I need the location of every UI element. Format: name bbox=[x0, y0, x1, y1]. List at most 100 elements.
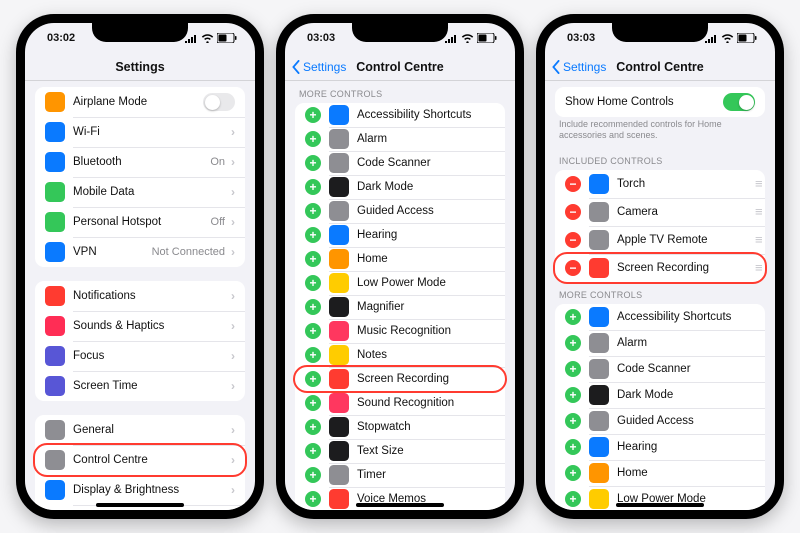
control-row[interactable]: +Screen Recording bbox=[295, 367, 505, 391]
control-row[interactable]: +Low Power Mode bbox=[295, 271, 505, 295]
alarm-icon bbox=[589, 333, 609, 353]
add-button[interactable]: + bbox=[565, 413, 581, 429]
add-button[interactable]: + bbox=[305, 371, 321, 387]
add-button[interactable]: + bbox=[565, 387, 581, 403]
control-row[interactable]: +Text Size bbox=[295, 439, 505, 463]
settings-row[interactable]: Wi-Fi› bbox=[35, 117, 245, 147]
add-button[interactable]: + bbox=[565, 491, 581, 507]
control-row[interactable]: +Accessibility Shortcuts bbox=[555, 304, 765, 330]
control-row[interactable]: +Dark Mode bbox=[555, 382, 765, 408]
add-button[interactable]: + bbox=[565, 361, 581, 377]
add-button[interactable]: + bbox=[305, 419, 321, 435]
nav-header: Settings Control Centre bbox=[285, 53, 515, 81]
remove-button[interactable]: − bbox=[565, 176, 581, 192]
included-control-row[interactable]: −Apple TV Remote≡ bbox=[555, 226, 765, 254]
add-button[interactable]: + bbox=[305, 443, 321, 459]
settings-row[interactable]: Control Centre› bbox=[35, 445, 245, 475]
control-row[interactable]: +Accessibility Shortcuts bbox=[295, 103, 505, 127]
settings-row[interactable]: Display & Brightness› bbox=[35, 475, 245, 505]
control-row[interactable]: +Guided Access bbox=[555, 408, 765, 434]
toggle-switch[interactable] bbox=[723, 93, 755, 111]
page-title: Settings bbox=[115, 60, 164, 74]
camera-icon bbox=[589, 202, 609, 222]
add-button[interactable]: + bbox=[565, 309, 581, 325]
row-label: Airplane Mode bbox=[73, 96, 203, 108]
control-row[interactable]: +Home bbox=[555, 460, 765, 486]
toggle-switch[interactable] bbox=[203, 93, 235, 111]
included-control-row[interactable]: −Screen Recording≡ bbox=[555, 254, 765, 282]
control-row[interactable]: +Code Scanner bbox=[555, 356, 765, 382]
control-row[interactable]: +Notes bbox=[295, 343, 505, 367]
control-row[interactable]: +Guided Access bbox=[295, 199, 505, 223]
add-button[interactable]: + bbox=[305, 131, 321, 147]
add-button[interactable]: + bbox=[565, 439, 581, 455]
control-row[interactable]: +Hearing bbox=[555, 434, 765, 460]
notes-icon bbox=[329, 345, 349, 365]
add-button[interactable]: + bbox=[305, 347, 321, 363]
add-button[interactable]: + bbox=[305, 275, 321, 291]
nav-header: Settings bbox=[25, 53, 255, 81]
add-button[interactable]: + bbox=[565, 465, 581, 481]
settings-row[interactable]: Notifications› bbox=[35, 281, 245, 311]
row-label: Magnifier bbox=[357, 301, 495, 313]
add-button[interactable]: + bbox=[305, 203, 321, 219]
row-label: Wi-Fi bbox=[73, 126, 229, 138]
add-button[interactable]: + bbox=[305, 491, 321, 507]
control-row[interactable]: +Home bbox=[295, 247, 505, 271]
settings-row[interactable]: Airplane Mode bbox=[35, 87, 245, 117]
add-button[interactable]: + bbox=[305, 323, 321, 339]
add-button[interactable]: + bbox=[305, 179, 321, 195]
control-row[interactable]: +Sound Recognition bbox=[295, 391, 505, 415]
control-row[interactable]: + Alarm bbox=[295, 127, 505, 151]
settings-row[interactable]: Screen Time› bbox=[35, 371, 245, 401]
add-button[interactable]: + bbox=[305, 395, 321, 411]
control-row[interactable]: + Magnifier bbox=[295, 295, 505, 319]
included-control-row[interactable]: −Torch≡ bbox=[555, 170, 765, 198]
back-label: Settings bbox=[303, 60, 346, 74]
remove-button[interactable]: − bbox=[565, 204, 581, 220]
control-row[interactable]: +Dark Mode bbox=[295, 175, 505, 199]
control-row[interactable]: +Code Scanner bbox=[295, 151, 505, 175]
chevron-right-icon: › bbox=[231, 155, 235, 169]
add-button[interactable]: + bbox=[305, 227, 321, 243]
control-row[interactable]: +Timer bbox=[295, 463, 505, 487]
low-power-mode-icon bbox=[329, 273, 349, 293]
section-description: Include recommended controls for Home ac… bbox=[545, 117, 775, 148]
control-row[interactable]: +Hearing bbox=[295, 223, 505, 247]
chevron-right-icon: › bbox=[231, 423, 235, 437]
back-button[interactable]: Settings bbox=[551, 53, 606, 80]
back-button[interactable]: Settings bbox=[291, 53, 346, 80]
personal-hotspot-icon bbox=[45, 212, 65, 232]
settings-row[interactable]: Sounds & Haptics› bbox=[35, 311, 245, 341]
screen-recording-icon bbox=[329, 369, 349, 389]
row-label: Alarm bbox=[357, 133, 495, 145]
row-label: VPN bbox=[73, 246, 152, 258]
chevron-right-icon: › bbox=[231, 349, 235, 363]
add-button[interactable]: + bbox=[305, 299, 321, 315]
remove-button[interactable]: − bbox=[565, 232, 581, 248]
settings-row[interactable]: Personal HotspotOff› bbox=[35, 207, 245, 237]
add-button[interactable]: + bbox=[305, 467, 321, 483]
row-detail: On bbox=[210, 156, 225, 168]
nav-header: Settings Control Centre bbox=[545, 53, 775, 81]
settings-row[interactable]: VPNNot Connected› bbox=[35, 237, 245, 267]
included-control-row[interactable]: −Camera≡ bbox=[555, 198, 765, 226]
row-label: Mobile Data bbox=[73, 186, 229, 198]
airplane-mode-icon bbox=[45, 92, 65, 112]
settings-row[interactable]: General› bbox=[35, 415, 245, 445]
add-button[interactable]: + bbox=[305, 251, 321, 267]
row-label: General bbox=[73, 424, 229, 436]
add-button[interactable]: + bbox=[305, 155, 321, 171]
control-row[interactable]: +Music Recognition bbox=[295, 319, 505, 343]
control-row[interactable]: +Stopwatch bbox=[295, 415, 505, 439]
settings-row[interactable]: BluetoothOn› bbox=[35, 147, 245, 177]
add-button[interactable]: + bbox=[565, 335, 581, 351]
show-home-controls-row[interactable]: Show Home Controls bbox=[555, 87, 765, 117]
remove-button[interactable]: − bbox=[565, 260, 581, 276]
settings-row[interactable]: Mobile Data› bbox=[35, 177, 245, 207]
add-button[interactable]: + bbox=[305, 107, 321, 123]
settings-row[interactable]: Focus› bbox=[35, 341, 245, 371]
row-label: Notifications bbox=[73, 290, 229, 302]
wifi-icon bbox=[201, 33, 214, 43]
control-row[interactable]: +Alarm bbox=[555, 330, 765, 356]
